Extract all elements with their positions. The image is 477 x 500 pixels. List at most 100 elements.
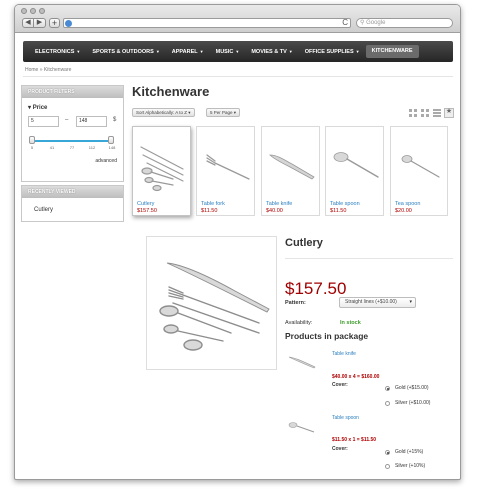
nav-item-office-supplies[interactable]: OFFICE SUPPLIES ▼ — [299, 45, 366, 58]
nav-item-apparel[interactable]: APPAREL ▼ — [166, 45, 210, 58]
slider-tick: 77 — [69, 145, 75, 150]
nav-item-music[interactable]: MUSIC ▼ — [210, 45, 246, 58]
package-item-link[interactable]: Table spoon — [332, 415, 359, 421]
breadcrumb[interactable]: Home » Kitchenware — [25, 67, 71, 73]
knife-thumbnail — [288, 356, 316, 369]
pattern-label: Pattern: — [285, 300, 306, 306]
address-bar[interactable]: C — [63, 18, 351, 28]
divider — [285, 258, 453, 259]
price-min-input[interactable]: 5 — [28, 116, 59, 127]
pattern-select[interactable]: Straight lines (+$10.00) ▾ — [339, 297, 416, 308]
product-name[interactable]: Tea spoon — [395, 201, 420, 207]
site-navigation: ELECTRONICS ▼ SPORTS & OUTDOORS ▼ APPAREL ▼… — [23, 41, 453, 62]
cover-option-label: Silver (+10%) — [395, 463, 426, 469]
price-slider-min-handle[interactable] — [29, 136, 35, 144]
caret-down-icon: ▼ — [199, 49, 204, 54]
product-price: $40.00 — [266, 208, 283, 214]
recently-viewed-panel: RECENTLY VIEWED Cutlery — [21, 185, 124, 222]
package-item-calc: $40.00 x 4 = $160.00 — [332, 374, 380, 380]
nav-label: OFFICE SUPPLIES — [304, 49, 354, 55]
cover-label: Cover: — [332, 382, 348, 388]
slider-tick: 148 — [108, 145, 116, 150]
caret-down-icon: ▼ — [76, 49, 81, 54]
fork-icon — [206, 154, 250, 180]
cover-label: Cover: — [332, 446, 348, 452]
product-price: $11.50 — [201, 208, 218, 214]
favorites-star-icon[interactable]: ★ — [444, 108, 454, 118]
product-card-table-spoon[interactable]: Table spoon $11.50 — [325, 126, 384, 216]
search-input[interactable]: ⚲ Google — [356, 18, 453, 28]
product-name[interactable]: Table spoon — [330, 201, 360, 207]
price-filter-toggle[interactable]: ▾ Price — [28, 104, 47, 111]
zoom-window-button[interactable] — [39, 8, 45, 14]
product-price: $11.50 — [330, 208, 347, 214]
product-main-image[interactable] — [146, 236, 277, 370]
slider-tick: 41 — [49, 145, 55, 150]
caret-down-icon: ▼ — [155, 49, 160, 54]
product-card-tea-spoon[interactable]: Tea spoon $20.00 — [390, 126, 448, 216]
new-tab-button[interactable]: + — [49, 18, 60, 28]
product-price: $157.50 — [137, 208, 157, 214]
product-name[interactable]: Table knife — [266, 201, 292, 207]
cutlery-set-icon — [140, 146, 184, 192]
small-grid-view-icon[interactable] — [409, 109, 417, 117]
product-card-table-fork[interactable]: Table fork $11.50 — [196, 126, 255, 216]
back-button[interactable]: ◀ — [22, 18, 34, 28]
product-price: $20.00 — [395, 208, 412, 214]
product-name[interactable]: Cutlery — [137, 201, 154, 207]
nav-label: KITCHENWARE — [371, 48, 413, 54]
advanced-filter-link[interactable]: advanced — [95, 158, 117, 164]
teaspoon-icon — [401, 155, 440, 178]
cover-radio-gold[interactable] — [385, 386, 390, 391]
cover-option-label: Gold (+$15.00) — [395, 385, 429, 391]
currency-symbol: $ — [113, 117, 117, 123]
reload-icon[interactable]: C — [342, 18, 348, 27]
forward-button[interactable]: ▶ — [34, 18, 46, 28]
price-max-input[interactable]: 148 — [76, 116, 107, 127]
minimize-window-button[interactable] — [30, 8, 36, 14]
product-filters-heading: PRODUCT FILTERS — [22, 86, 123, 98]
cover-radio-silver[interactable] — [385, 464, 390, 469]
product-filters-panel: PRODUCT FILTERS ▾ Price 5 – 148 $ 5 41 7… — [21, 85, 124, 182]
nav-item-kitchenware[interactable]: KITCHENWARE — [365, 45, 419, 58]
price-slider-track[interactable] — [32, 140, 111, 142]
slider-tick: 5 — [30, 145, 34, 150]
product-card-table-knife[interactable]: Table knife $40.00 — [261, 126, 320, 216]
recently-viewed-item[interactable]: Cutlery — [22, 198, 123, 213]
product-name[interactable]: Table fork — [201, 201, 225, 207]
browser-window: ◀ ▶ + C ⚲ Google ELECTRONICS ▼ SPORTS & O… — [14, 4, 461, 480]
package-item-link[interactable]: Table knife — [332, 351, 356, 357]
cover-option-label: Silver (+$10.00) — [395, 400, 431, 406]
cover-option-label: Gold (+15%) — [395, 449, 424, 455]
large-grid-view-icon[interactable] — [421, 109, 429, 117]
knife-icon — [269, 154, 315, 180]
per-page-label: 5 Per Page — [210, 110, 233, 115]
nav-item-electronics[interactable]: ELECTRONICS ▼ — [29, 45, 86, 58]
cover-radio-silver[interactable] — [385, 401, 390, 406]
nav-item-movies-tv[interactable]: MOVIES & TV ▼ — [245, 45, 298, 58]
page-title: Kitchenware — [132, 84, 210, 99]
package-item-calc: $11.50 x 1 = $11.50 — [332, 437, 377, 443]
price-slider-max-handle[interactable] — [108, 136, 114, 144]
chevron-down-icon: ▾ — [188, 110, 191, 115]
divider — [23, 76, 453, 77]
package-heading: Products in package — [285, 331, 369, 341]
recently-viewed-heading: RECENTLY VIEWED — [22, 186, 123, 198]
product-card-cutlery[interactable]: Cutlery $157.50 — [132, 126, 191, 216]
search-placeholder: Google — [366, 20, 386, 26]
nav-label: SPORTS & OUTDOORS — [92, 49, 154, 55]
per-page-dropdown[interactable]: 5 Per Page ▾ — [206, 108, 241, 117]
nav-item-sports-outdoors[interactable]: SPORTS & OUTDOORS ▼ — [86, 45, 165, 58]
sort-label: Sort Alphabetically: A to Z — [136, 110, 188, 115]
window-controls — [21, 8, 45, 14]
list-view-icon[interactable] — [433, 109, 441, 117]
spoon-thumbnail — [288, 422, 315, 433]
cover-radio-gold[interactable] — [385, 450, 390, 455]
close-window-button[interactable] — [21, 8, 27, 14]
price-label: Price — [32, 105, 48, 111]
history-buttons: ◀ ▶ — [22, 18, 46, 28]
sort-dropdown[interactable]: Sort Alphabetically: A to Z ▾ — [132, 108, 195, 117]
availability-status: In stock — [340, 320, 361, 326]
chevron-down-icon: ▾ — [233, 110, 237, 115]
chevron-down-icon: ▾ — [409, 299, 412, 305]
